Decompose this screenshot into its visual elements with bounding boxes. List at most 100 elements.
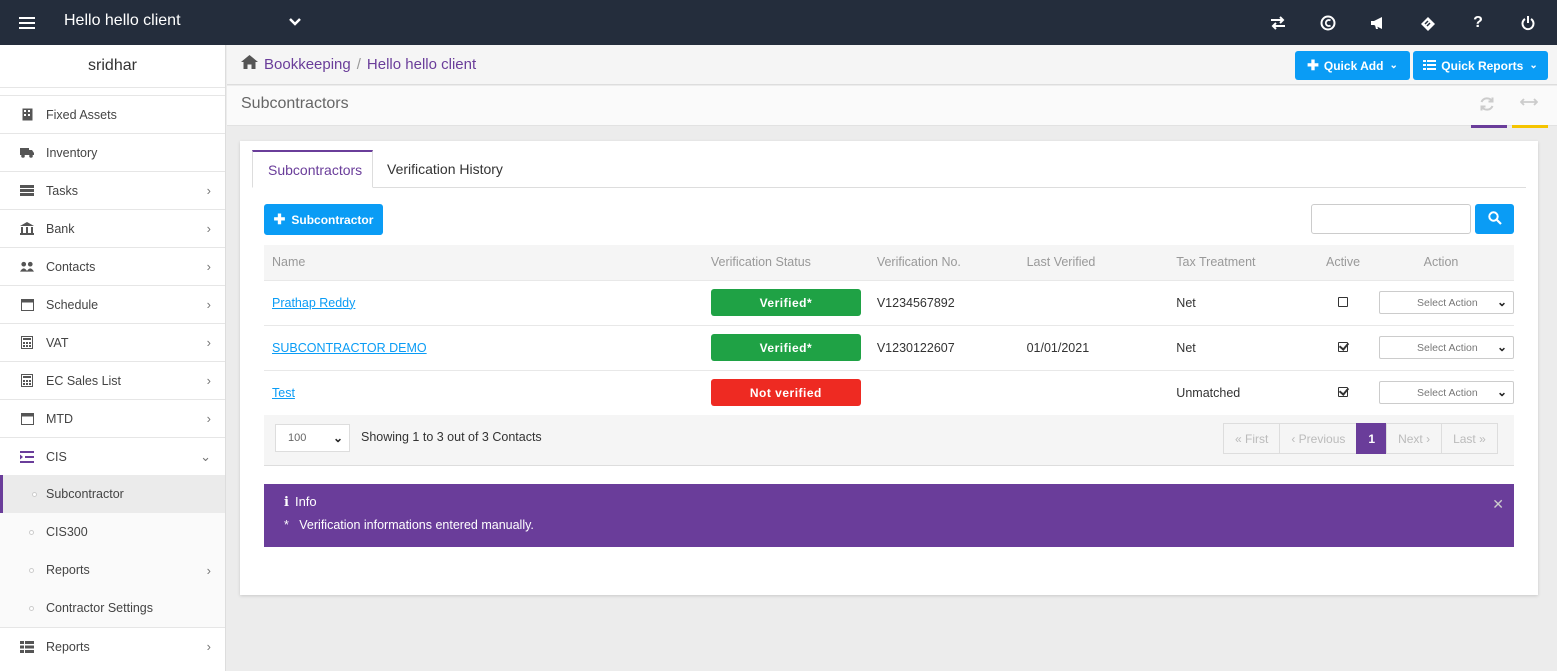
add-subcontractor-label: Subcontractor	[291, 212, 374, 227]
col-header-verification-no[interactable]: Verification No.	[868, 245, 1019, 280]
chevron-down-icon: ⌄	[200, 448, 211, 464]
sidebar-subitem-contractor-settings[interactable]: Contractor Settings	[0, 589, 225, 627]
search-input[interactable]	[1311, 204, 1471, 234]
sidebar-subitem-cis300[interactable]: CIS300	[0, 513, 225, 551]
home-icon[interactable]	[241, 55, 258, 73]
sidebar-item-ec-sales-list[interactable]: EC Sales List ›	[0, 361, 225, 399]
sidebar-item-tasks[interactable]: Tasks ›	[0, 171, 225, 209]
action-select[interactable]: Select Action ⌄	[1379, 291, 1514, 314]
active-checkbox[interactable]	[1338, 341, 1348, 352]
search-button[interactable]	[1475, 204, 1514, 234]
breadcrumb-bar: Bookkeeping / Hello hello client ✚ Quick…	[227, 45, 1557, 85]
info-alert-text: * Verification informations entered manu…	[284, 518, 534, 532]
chevron-right-icon: ›	[206, 183, 211, 198]
sidebar-item-label: VAT	[46, 335, 69, 350]
sidebar-subitem-subcontractor[interactable]: Subcontractor	[0, 475, 225, 513]
breadcrumb-link-client[interactable]: Hello hello client	[367, 56, 476, 73]
quick-reports-button[interactable]: Quick Reports ⌄	[1413, 51, 1548, 80]
chevron-right-icon: ›	[206, 297, 211, 312]
calendar-icon	[20, 298, 34, 312]
pagination-next[interactable]: Next ›	[1386, 423, 1443, 454]
transfer-icon[interactable]	[1263, 0, 1293, 45]
power-icon[interactable]	[1513, 0, 1543, 45]
col-header-verification-status[interactable]: Verification Status	[702, 245, 869, 280]
tab-subcontractors[interactable]: Subcontractors	[252, 150, 373, 188]
pagination-last[interactable]: Last »	[1441, 423, 1498, 454]
contact-name-link[interactable]: Test	[272, 386, 295, 400]
col-header-last-verified[interactable]: Last Verified	[1018, 245, 1169, 280]
last-verified-date	[1018, 369, 1169, 415]
sidebar-item-bank[interactable]: Bank ›	[0, 209, 225, 247]
sidebar-item-cis[interactable]: CIS ⌄	[0, 437, 225, 475]
sidebar-subitem-reports[interactable]: Reports ›	[0, 551, 225, 589]
quick-add-label: Quick Add	[1323, 58, 1384, 73]
refresh-icon[interactable]	[1479, 96, 1495, 117]
calculator-icon	[20, 374, 34, 388]
action-select[interactable]: Select Action ⌄	[1379, 336, 1514, 359]
sidebar-item-label: Inventory	[46, 145, 98, 160]
client-selector-label[interactable]: Hello hello client	[64, 12, 181, 30]
active-checkbox[interactable]	[1338, 296, 1348, 307]
active-checkbox[interactable]	[1338, 386, 1348, 397]
bullet-icon	[29, 567, 34, 573]
sidebar-item-label: Contacts	[46, 259, 96, 274]
tab-verification-history[interactable]: Verification History	[372, 150, 518, 188]
close-icon[interactable]: ✕	[1492, 496, 1504, 513]
last-verified-date	[1018, 279, 1169, 325]
action-select-value: Select Action	[1417, 386, 1478, 399]
announcement-icon[interactable]	[1363, 0, 1393, 45]
expand-horizontal-icon[interactable]	[1519, 95, 1539, 114]
help-icon[interactable]: ?	[1463, 0, 1493, 45]
sidebar-item-vat[interactable]: VAT ›	[0, 323, 225, 361]
quick-add-button[interactable]: ✚ Quick Add ⌄	[1295, 51, 1410, 80]
chevron-right-icon: ›	[206, 221, 211, 236]
sidebar-item-contacts[interactable]: Contacts ›	[0, 247, 225, 285]
verification-number: V1230122607	[868, 324, 1019, 370]
sidebar-item-label: EC Sales List	[46, 373, 122, 388]
content-card: Subcontractors Verification History ✚ Su…	[240, 141, 1538, 595]
calendar-icon	[20, 412, 34, 426]
chevron-down-icon[interactable]	[288, 14, 302, 30]
bullet-icon	[32, 491, 37, 497]
pagination-first[interactable]: « First	[1223, 423, 1281, 454]
verification-status-badge: Verified*	[710, 289, 861, 316]
pagination: « First ‹ Previous 1 Next › Last »	[1223, 423, 1498, 454]
sidebar-item-inventory[interactable]: Inventory	[0, 133, 225, 171]
search-icon	[1487, 210, 1502, 228]
menu-toggle-button[interactable]	[0, 0, 54, 45]
col-header-name[interactable]: Name	[264, 245, 703, 280]
sidebar-item-reports[interactable]: Reports ›	[0, 627, 225, 665]
chevron-right-icon: ›	[206, 259, 211, 274]
pagination-previous[interactable]: ‹ Previous	[1279, 423, 1358, 454]
sidebar-item-label: Bank	[46, 221, 75, 236]
col-header-tax-treatment[interactable]: Tax Treatment	[1168, 245, 1319, 280]
add-subcontractor-button[interactable]: ✚ Subcontractor	[264, 204, 383, 235]
breadcrumb: Bookkeeping / Hello hello client	[241, 55, 476, 73]
sidebar-item-fixed-assets[interactable]: Fixed Assets	[0, 95, 225, 133]
info-title-text: Info	[294, 494, 317, 509]
col-header-action: Action	[1368, 245, 1514, 280]
accent-bar-yellow	[1512, 125, 1548, 128]
sidebar-item-mtd[interactable]: MTD ›	[0, 399, 225, 437]
action-select[interactable]: Select Action ⌄	[1379, 381, 1514, 405]
breadcrumb-link-bookkeeping[interactable]: Bookkeeping	[264, 56, 351, 73]
sidebar-item-label: Fixed Assets	[46, 107, 117, 122]
sidebar-item-label: MTD	[46, 411, 74, 426]
contact-name-link[interactable]: SUBCONTRACTOR DEMO	[272, 341, 427, 355]
chevron-down-icon: ⌄	[1496, 340, 1507, 354]
tax-treatment: Net	[1168, 279, 1319, 325]
table-footer: 100 ⌄ Showing 1 to 3 out of 3 Contacts «…	[264, 415, 1514, 466]
pagination-page-current[interactable]: 1	[1356, 423, 1388, 454]
sidebar-item-schedule[interactable]: Schedule ›	[0, 285, 225, 323]
quick-reports-label: Quick Reports	[1441, 58, 1524, 73]
ticket-icon[interactable]	[1413, 0, 1443, 45]
currency-icon[interactable]	[1313, 0, 1343, 45]
contact-name-link[interactable]: Prathap Reddy	[272, 296, 355, 310]
col-header-active[interactable]: Active	[1318, 245, 1368, 280]
sidebar-item-label: Schedule	[46, 297, 99, 312]
plus-icon: ✚	[273, 211, 286, 227]
accent-bar-purple	[1471, 125, 1507, 128]
page-title: Subcontractors	[241, 95, 349, 112]
page-size-select[interactable]: 100 ⌄	[275, 424, 350, 452]
calculator-icon	[20, 336, 34, 350]
